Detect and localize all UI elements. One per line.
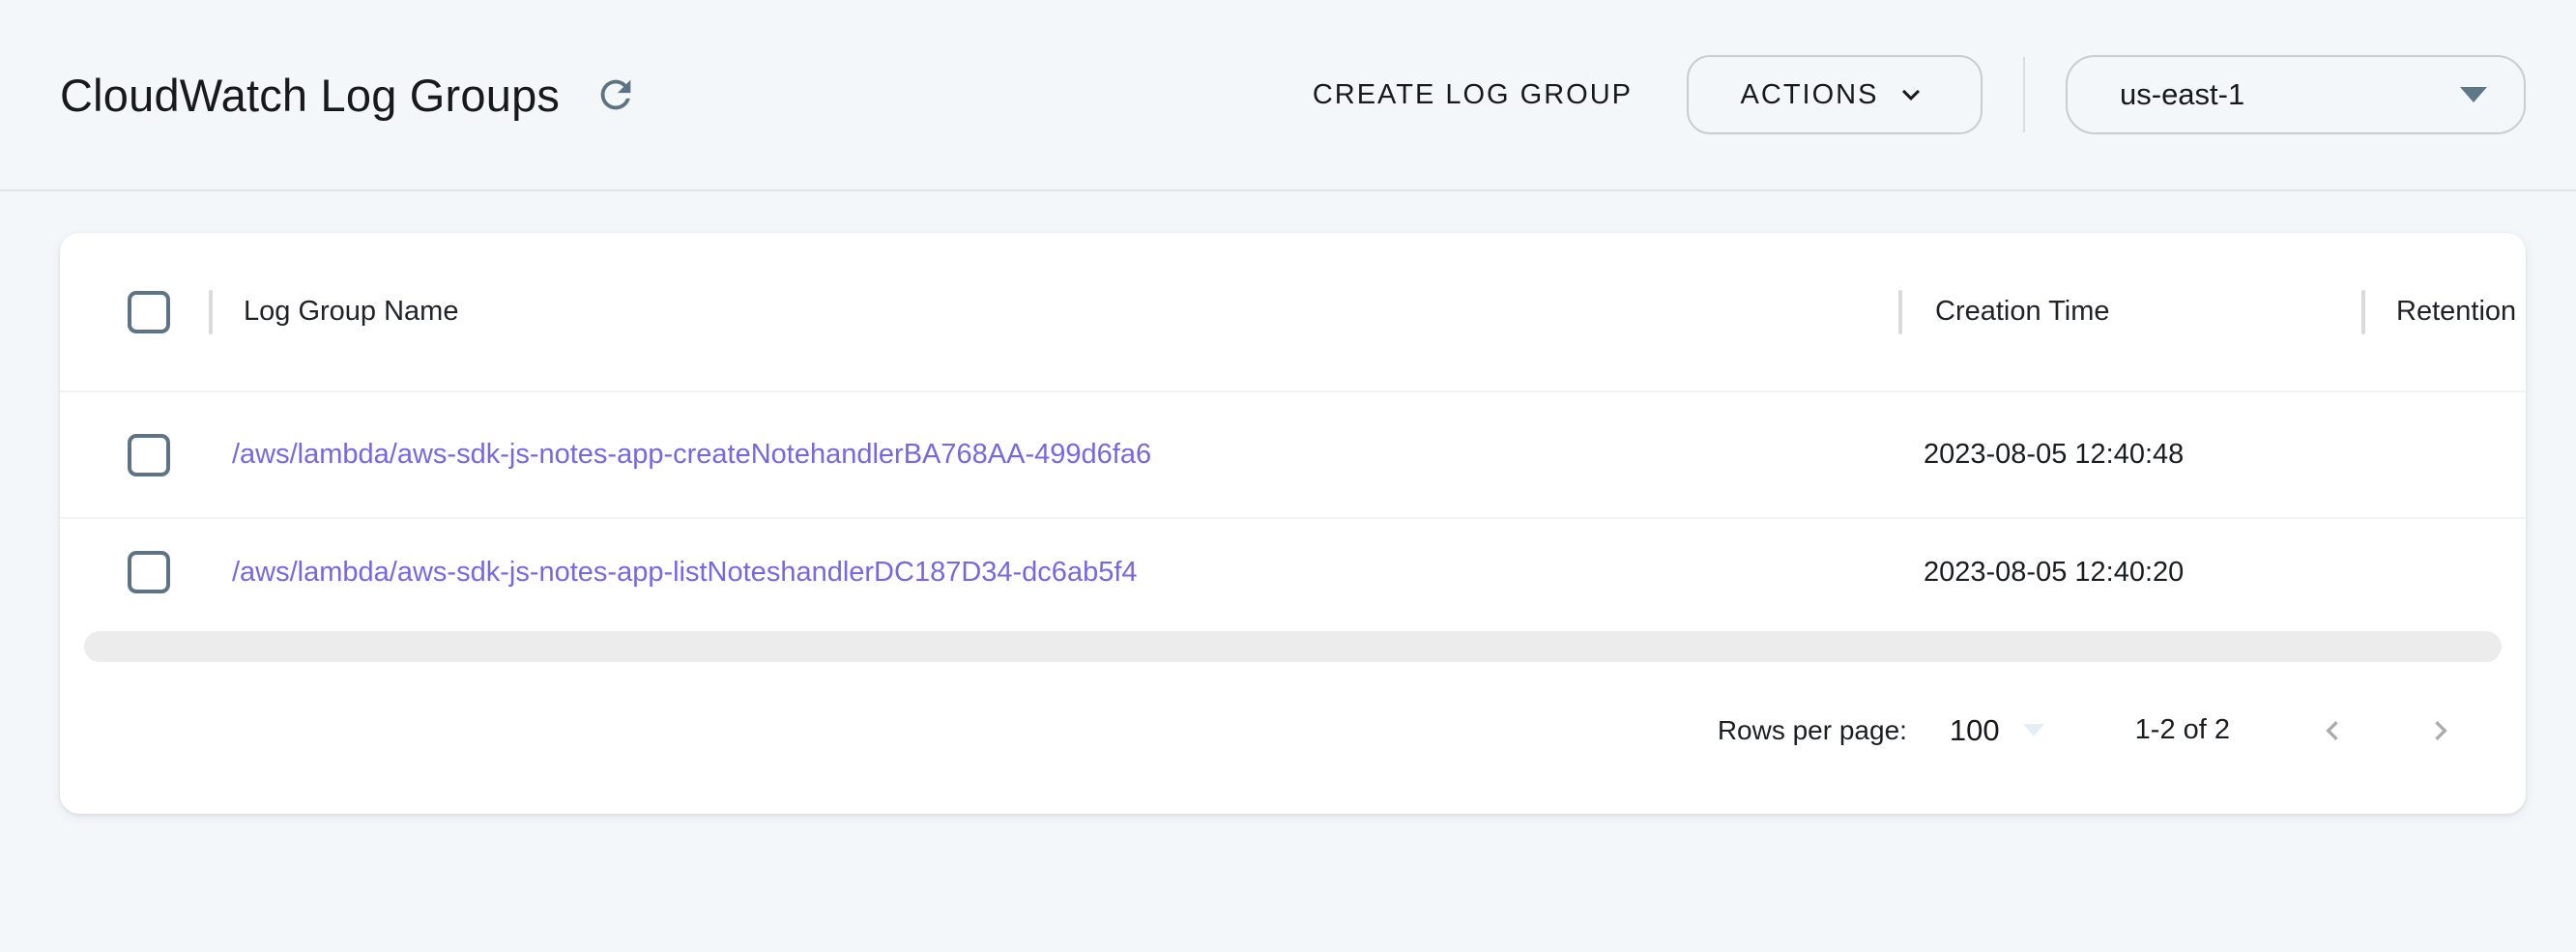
previous-page-button[interactable] xyxy=(2307,706,2358,756)
creation-time-cell: 2023-08-05 12:40:48 xyxy=(1898,439,2358,471)
log-group-link[interactable]: /aws/lambda/aws-sdk-js-notes-app-listNot… xyxy=(232,557,1138,588)
main-content: Log Group Name Creation Time Retention /… xyxy=(0,191,2576,814)
pagination-bar: Rows per page: 100 1-2 of 2 xyxy=(60,668,2526,814)
header-actions: CREATE LOG GROUP ACTIONS us-east-1 xyxy=(1288,55,2526,134)
creation-time-cell: 2023-08-05 12:40:20 xyxy=(1898,557,2358,589)
actions-button-label: ACTIONS xyxy=(1741,79,1879,111)
caret-down-icon xyxy=(2023,724,2044,736)
chevron-down-icon xyxy=(1894,77,1928,112)
refresh-icon xyxy=(593,72,638,117)
select-all-cell xyxy=(60,291,209,333)
log-group-name-cell: /aws/lambda/aws-sdk-js-notes-app-createN… xyxy=(209,439,1898,471)
row-checkbox-cell xyxy=(60,434,209,476)
toolbar-divider xyxy=(2023,57,2025,132)
page-title: CloudWatch Log Groups xyxy=(60,69,560,122)
log-group-link[interactable]: /aws/lambda/aws-sdk-js-notes-app-createN… xyxy=(232,439,1151,470)
row-checkbox[interactable] xyxy=(128,434,170,476)
log-group-name-cell: /aws/lambda/aws-sdk-js-notes-app-listNot… xyxy=(209,557,1898,589)
region-select-value: us-east-1 xyxy=(2120,77,2244,112)
table-row: /aws/lambda/aws-sdk-js-notes-app-listNot… xyxy=(60,517,2526,625)
horizontal-scrollbar-thumb[interactable] xyxy=(84,631,2502,662)
create-log-group-button[interactable]: CREATE LOG GROUP xyxy=(1288,60,1658,130)
row-checkbox-cell xyxy=(60,551,209,593)
column-header-creation-time[interactable]: Creation Time xyxy=(1902,296,2361,328)
next-page-button[interactable] xyxy=(2416,706,2466,756)
column-header-log-group-name[interactable]: Log Group Name xyxy=(213,296,1898,328)
chevron-left-icon xyxy=(2313,711,2352,750)
rows-per-page-select[interactable]: 100 xyxy=(1950,713,2000,748)
header-toolbar: CloudWatch Log Groups CREATE LOG GROUP A… xyxy=(0,0,2576,191)
caret-down-icon xyxy=(2460,87,2487,102)
horizontal-scrollbar xyxy=(60,625,2526,668)
table-header-row: Log Group Name Creation Time Retention xyxy=(60,233,2526,390)
refresh-button[interactable] xyxy=(589,68,643,122)
region-select[interactable]: us-east-1 xyxy=(2066,55,2526,134)
title-wrap: CloudWatch Log Groups xyxy=(60,68,643,122)
rows-per-page-label: Rows per page: xyxy=(1718,715,1907,746)
log-groups-card: Log Group Name Creation Time Retention /… xyxy=(60,233,2526,814)
chevron-right-icon xyxy=(2421,711,2460,750)
column-header-retention[interactable]: Retention xyxy=(2365,296,2526,328)
table-row: /aws/lambda/aws-sdk-js-notes-app-createN… xyxy=(60,390,2526,517)
actions-dropdown-button[interactable]: ACTIONS xyxy=(1687,55,1983,134)
select-all-checkbox[interactable] xyxy=(128,291,170,333)
row-checkbox[interactable] xyxy=(128,551,170,593)
pagination-range-label: 1-2 of 2 xyxy=(2135,714,2230,746)
